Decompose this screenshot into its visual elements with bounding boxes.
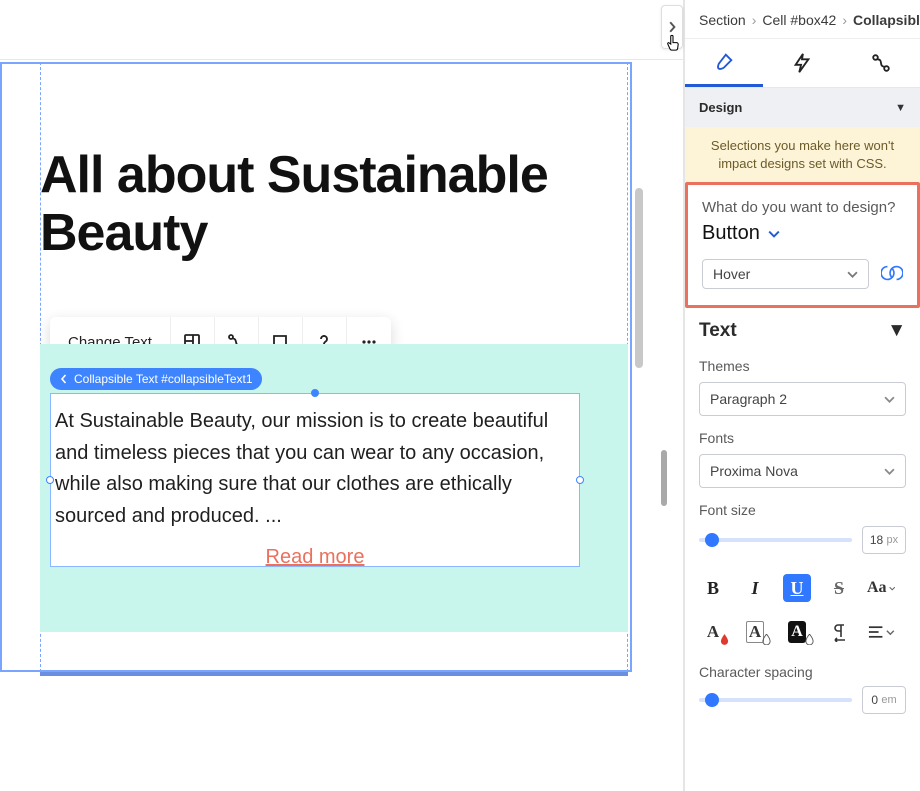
handle-right[interactable] <box>576 476 584 484</box>
text-section-header[interactable]: Text ▼ <box>685 308 920 350</box>
chevron-right-icon: › <box>752 12 757 28</box>
char-spacing-unit: em <box>881 694 896 706</box>
text-highlight-outline-button[interactable]: A <box>741 620 769 644</box>
format-row: B I U S Aa <box>685 560 920 608</box>
tab-animation[interactable] <box>842 39 920 87</box>
slider-thumb[interactable] <box>705 533 719 547</box>
breadcrumb-current: Collapsible <box>853 12 920 28</box>
chevron-down-icon <box>884 466 895 477</box>
chevron-right-icon <box>666 21 678 33</box>
apply-states-icon[interactable] <box>881 263 903 286</box>
handle-left[interactable] <box>46 476 54 484</box>
cursor-pointer-icon <box>664 34 682 57</box>
css-warning: Selections you make here won't impact de… <box>685 127 920 182</box>
design-target-box: What do you want to design? Button Hover <box>685 182 920 308</box>
text-direction-button[interactable] <box>825 620 853 644</box>
chevron-down-icon <box>886 628 895 637</box>
design-target-select[interactable]: Button <box>702 222 903 245</box>
strike-button[interactable]: S <box>825 574 853 602</box>
section-bottom-bar <box>40 672 628 676</box>
themes-select[interactable]: Paragraph 2 <box>699 382 906 416</box>
chevron-down-icon <box>847 269 858 280</box>
fonts-value: Proxima Nova <box>710 463 798 479</box>
italic-button[interactable]: I <box>741 574 769 602</box>
fontsize-unit: px <box>887 534 899 546</box>
underline-button[interactable]: U <box>783 574 811 602</box>
body-text[interactable]: At Sustainable Beauty, our mission is to… <box>51 394 579 540</box>
design-section-label: Design <box>699 100 742 115</box>
state-value: Hover <box>713 266 750 282</box>
chevron-down-icon <box>768 228 780 240</box>
char-spacing-slider[interactable] <box>699 698 852 702</box>
read-more-link[interactable]: Read more <box>266 546 365 568</box>
caret-down-icon: ▼ <box>895 102 906 114</box>
case-button[interactable]: Aa <box>867 574 895 602</box>
drop-icon <box>762 634 771 645</box>
tab-interactions[interactable] <box>763 39 841 87</box>
color-row: A A A <box>685 608 920 650</box>
text-section-label: Text <box>699 320 737 342</box>
chevron-down-icon <box>889 584 895 593</box>
lightning-icon <box>791 52 813 74</box>
canvas-scrollbar[interactable] <box>635 188 643 368</box>
align-button[interactable] <box>867 620 895 644</box>
page-title: All about Sustainable Beauty <box>40 146 683 262</box>
char-spacing-value: 0 <box>871 693 878 707</box>
text-frame[interactable]: At Sustainable Beauty, our mission is to… <box>50 393 580 567</box>
design-question: What do you want to design? <box>702 199 903 216</box>
breadcrumb-cell[interactable]: Cell #box42 <box>762 12 836 28</box>
fontsize-label: Font size <box>685 494 920 522</box>
handle-top[interactable] <box>311 389 319 397</box>
breadcrumb-section[interactable]: Section <box>699 12 746 28</box>
char-spacing-label: Character spacing <box>685 650 920 682</box>
brush-icon <box>713 51 735 73</box>
fonts-label: Fonts <box>685 422 920 450</box>
fontsize-input[interactable]: 18 px <box>862 526 906 554</box>
flow-icon <box>870 52 892 74</box>
chevron-right-icon: › <box>842 12 847 28</box>
state-select[interactable]: Hover <box>702 259 869 289</box>
bold-button[interactable]: B <box>699 574 727 602</box>
case-label: Aa <box>867 579 887 597</box>
themes-label: Themes <box>685 350 920 378</box>
slider-thumb[interactable] <box>705 693 719 707</box>
text-highlight-fill-button[interactable]: A <box>783 620 811 644</box>
fontsize-value: 18 <box>870 533 883 547</box>
fontsize-slider[interactable] <box>699 538 852 542</box>
element-tag-label: Collapsible Text #collapsibleText1 <box>74 372 253 386</box>
breadcrumb: Section › Cell #box42 › Collapsible <box>685 0 920 39</box>
gutter-scrollbar[interactable] <box>661 450 667 506</box>
canvas-top-bar <box>0 0 683 60</box>
drop-icon <box>720 634 729 645</box>
panel-tabs <box>685 39 920 88</box>
themes-value: Paragraph 2 <box>710 391 787 407</box>
text-color-button[interactable]: A <box>699 620 727 644</box>
chevron-down-icon <box>884 394 895 405</box>
design-panel: Section › Cell #box42 › Collapsible Desi… <box>684 0 920 791</box>
char-spacing-input[interactable]: 0 em <box>862 686 906 714</box>
canvas-column: All about Sustainable Beauty Change Text… <box>0 0 684 791</box>
drop-icon <box>805 634 814 645</box>
tab-design[interactable] <box>685 39 763 87</box>
caret-down-icon: ▼ <box>887 320 906 342</box>
chevron-left-icon <box>59 374 69 384</box>
design-section-header[interactable]: Design ▼ <box>685 88 920 127</box>
fonts-select[interactable]: Proxima Nova <box>699 454 906 488</box>
read-more-row: Read more <box>51 546 579 569</box>
design-target-value: Button <box>702 222 760 245</box>
element-tag[interactable]: Collapsible Text #collapsibleText1 <box>50 368 262 390</box>
